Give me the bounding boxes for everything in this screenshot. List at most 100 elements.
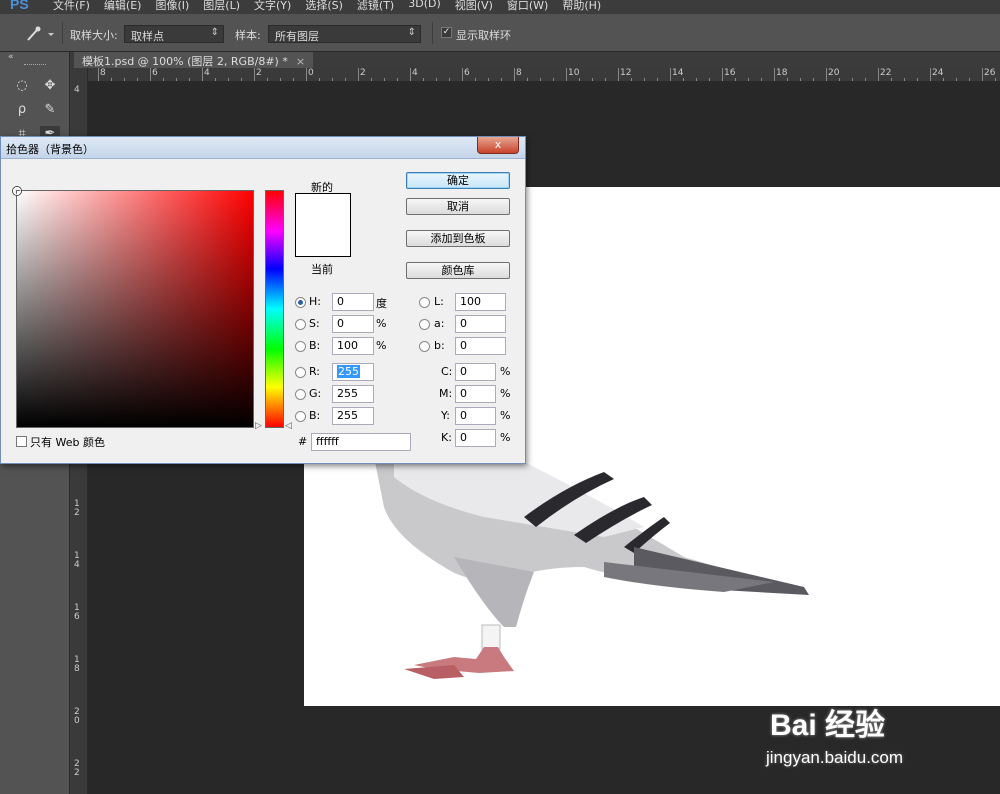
r-input[interactable]: 255: [332, 363, 374, 381]
menu-type[interactable]: 文字(Y): [247, 0, 298, 13]
menu-layer[interactable]: 图层(L): [196, 0, 247, 13]
ruler-tick-label: 16: [724, 68, 736, 78]
a-value: 0: [460, 317, 467, 330]
sample-value: 所有图层: [275, 30, 319, 43]
c-input[interactable]: 0: [455, 363, 496, 381]
cancel-button[interactable]: 取消: [406, 198, 510, 215]
web-colors-only-checkbox[interactable]: [16, 436, 27, 447]
ruler-tick-label: 4: [74, 85, 80, 95]
b-input[interactable]: 100: [332, 337, 374, 355]
new-color-swatch: [295, 193, 351, 257]
ok-button[interactable]: 确定: [406, 172, 510, 189]
s-unit: %: [376, 317, 387, 330]
k-input[interactable]: 0: [455, 429, 496, 447]
lab-b-radio[interactable]: [419, 341, 430, 352]
a-radio[interactable]: [419, 319, 430, 330]
menu-3d[interactable]: 3D(D): [401, 0, 448, 13]
hue-slider[interactable]: [265, 190, 284, 428]
b-label: B:: [309, 339, 321, 352]
h-value: 0: [337, 295, 344, 308]
ruler-tick-label: 22: [880, 68, 892, 78]
ruler-tick: [306, 68, 307, 81]
dialog-titlebar[interactable]: 拾色器（背景色） x: [1, 137, 525, 159]
a-label: a:: [434, 317, 445, 330]
menu-image[interactable]: 图像(I): [148, 0, 196, 13]
menu-items: 文件(F) 编辑(E) 图像(I) 图层(L) 文字(Y) 选择(S) 滤镜(T…: [46, 0, 608, 13]
move-tool-icon[interactable]: ✥: [40, 78, 60, 96]
menu-window[interactable]: 窗口(W): [500, 0, 555, 13]
saturation-brightness-field[interactable]: [13, 187, 254, 428]
menu-edit[interactable]: 编辑(E): [97, 0, 149, 13]
g-radio[interactable]: [295, 389, 306, 400]
ruler-tick: [202, 68, 203, 81]
menu-select[interactable]: 选择(S): [298, 0, 350, 13]
ruler-tick-label: 2: [256, 68, 262, 78]
menu-view[interactable]: 视图(V): [448, 0, 500, 13]
menu-file[interactable]: 文件(F): [46, 0, 97, 13]
r-radio[interactable]: [295, 367, 306, 378]
m-label: M:: [439, 387, 453, 400]
ruler-tick-label: 6: [464, 68, 470, 78]
sample-select[interactable]: 所有图层 ⇕: [268, 25, 421, 43]
lasso-tool-icon[interactable]: ρ: [12, 102, 32, 120]
ruler-tick: [930, 68, 931, 81]
lab-b-input[interactable]: 0: [455, 337, 506, 355]
blue-radio[interactable]: [295, 411, 306, 422]
quick-select-tool-icon[interactable]: ✎: [40, 102, 60, 120]
ruler-tick-label: 18: [776, 68, 788, 78]
ruler-tick: [150, 68, 151, 81]
ruler-tick: [358, 68, 359, 81]
menu-filter[interactable]: 滤镜(T): [350, 0, 401, 13]
l-radio[interactable]: [419, 297, 430, 308]
y-input[interactable]: 0: [455, 407, 496, 425]
ruler-tick: [410, 68, 411, 81]
separator: [62, 22, 63, 44]
ruler-tick-label: 12: [620, 68, 632, 78]
document-tab-row: 模板1.psd @ 100% (图层 2, RGB/8#) * ×: [0, 52, 1000, 68]
color-libraries-button[interactable]: 颜色库: [406, 262, 510, 279]
show-ring-label: 显示取样环: [456, 29, 511, 42]
close-button[interactable]: x: [477, 137, 519, 154]
ruler-tick-label: 8: [100, 68, 106, 78]
b-radio[interactable]: [295, 341, 306, 352]
h-input[interactable]: 0: [332, 293, 374, 311]
g-input[interactable]: 255: [332, 385, 374, 403]
ruler-tick-label: 26: [984, 68, 996, 78]
sample-size-value: 取样点: [131, 30, 164, 43]
photoshop-logo: PS: [10, 0, 29, 12]
ruler-tick-label: 8: [516, 68, 522, 78]
s-input[interactable]: 0: [332, 315, 374, 333]
color-cursor[interactable]: [13, 187, 21, 195]
close-tab-icon[interactable]: ×: [296, 55, 305, 68]
marquee-tool-icon[interactable]: ◌: [12, 78, 32, 96]
y-label: Y:: [441, 409, 450, 422]
ruler-tick-label: 1 4: [74, 551, 80, 570]
b-value: 100: [337, 339, 358, 352]
hue-slider-right-arrow-icon[interactable]: ◁: [285, 421, 292, 431]
s-label: S:: [309, 317, 320, 330]
a-input[interactable]: 0: [455, 315, 506, 333]
g-value: 255: [337, 387, 358, 400]
show-ring-checkbox[interactable]: ✓: [441, 27, 452, 38]
l-input[interactable]: 100: [455, 293, 506, 311]
menu-help[interactable]: 帮助(H): [555, 0, 608, 13]
lab-b-label: b:: [434, 339, 445, 352]
ruler-tick-label: 1 6: [74, 603, 80, 622]
blue-input[interactable]: 255: [332, 407, 374, 425]
current-color-label: 当前: [311, 263, 333, 276]
color-picker-dialog: 拾色器（背景色） x ▷ ◁ 新的 当前 确定 取消 添加到色板 颜色库 H: …: [0, 136, 526, 464]
ruler-tick: [618, 68, 619, 81]
hue-slider-left-arrow-icon[interactable]: ▷: [255, 421, 262, 431]
hex-input[interactable]: ffffff: [311, 433, 411, 451]
s-radio[interactable]: [295, 319, 306, 330]
m-input[interactable]: 0: [455, 385, 496, 403]
eyedropper-tool-icon[interactable]: [22, 24, 56, 44]
add-to-swatches-button[interactable]: 添加到色板: [406, 230, 510, 247]
panel-collapse-icon[interactable]: «: [8, 52, 14, 62]
ruler-tick-label: 24: [932, 68, 944, 78]
document-tab[interactable]: 模板1.psd @ 100% (图层 2, RGB/8#) * ×: [74, 52, 314, 68]
sample-size-select[interactable]: 取样点 ⇕: [124, 25, 224, 43]
r-label: R:: [309, 365, 321, 378]
c-label: C:: [441, 365, 453, 378]
h-radio[interactable]: [295, 297, 306, 308]
